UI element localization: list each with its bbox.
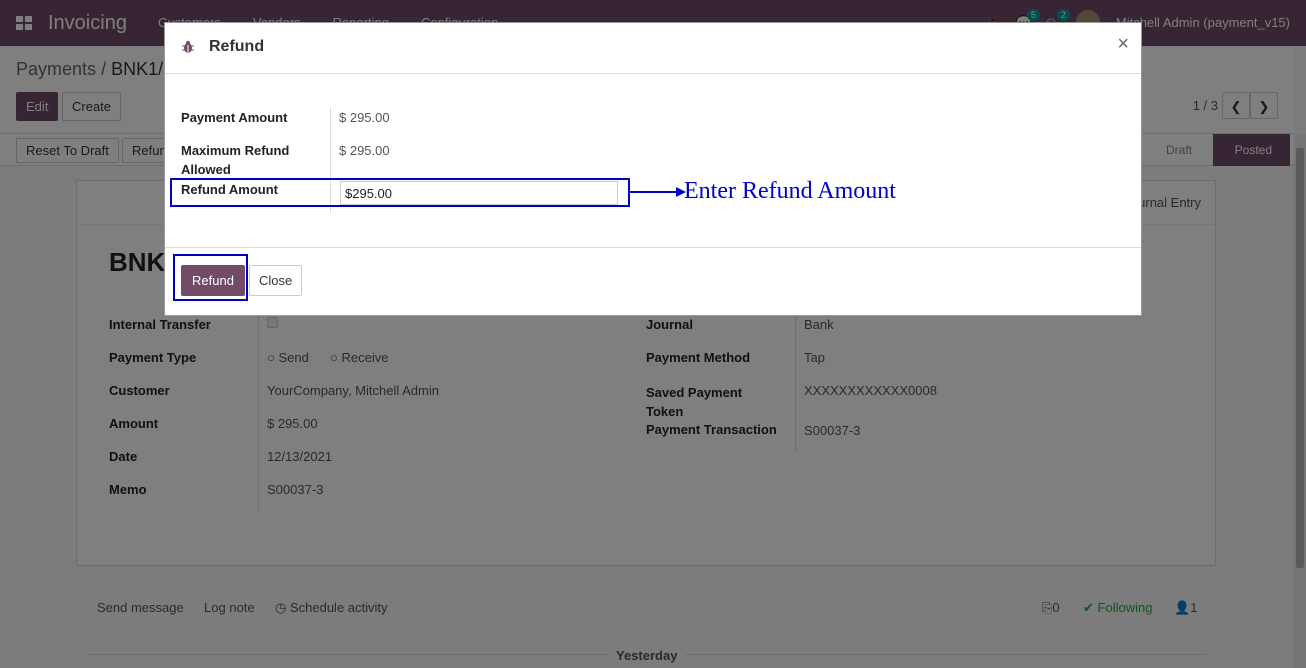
close-button[interactable]: Close [249, 265, 303, 296]
annotation-label: Enter Refund Amount [684, 178, 896, 204]
annotation-box-refund-amount [170, 178, 630, 207]
annotation-arrow-icon [630, 187, 686, 197]
payment-amount-label: Payment Amount [181, 110, 288, 125]
dialog-footer: Refund Close [165, 247, 1141, 317]
annotation-box-refund-button [173, 254, 248, 301]
max-refund-value: $ 295.00 [339, 143, 390, 158]
dialog-header: Refund × [165, 23, 1141, 74]
max-refund-label: Maximum Refund Allowed [181, 143, 290, 177]
bug-icon [182, 41, 194, 53]
close-icon[interactable]: × [1117, 33, 1129, 56]
refund-dialog: Refund × Payment Amount $ 295.00 Maximum… [164, 22, 1142, 316]
dialog-title: Refund [209, 38, 265, 55]
payment-amount-value: $ 295.00 [339, 110, 390, 125]
